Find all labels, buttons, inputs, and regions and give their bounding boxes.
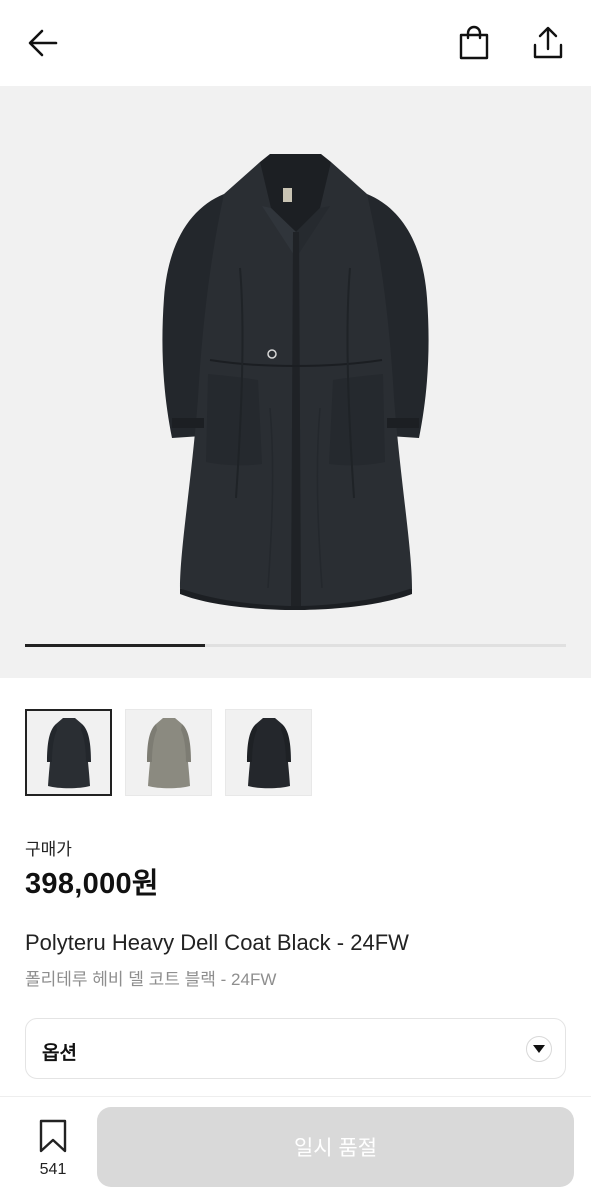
top-navigation-bar — [0, 0, 591, 86]
price-value: 398,000원 — [25, 868, 159, 900]
shopping-bag-icon — [459, 25, 489, 60]
share-button[interactable] — [527, 22, 569, 64]
thumbnail-black-coat[interactable] — [25, 709, 112, 796]
chevron-down-icon — [526, 1036, 552, 1062]
soldout-button[interactable]: 일시 품절 — [97, 1107, 574, 1187]
wishlist-button[interactable]: 541 — [29, 1117, 77, 1183]
carousel-progress-fill — [25, 644, 206, 647]
back-button[interactable] — [22, 22, 64, 64]
product-title-en: Polyteru Heavy Dell Coat Black - 24FW — [25, 930, 409, 955]
thumbnail-black-coat-alt[interactable] — [225, 709, 312, 796]
arrow-left-icon — [28, 29, 58, 57]
option-select[interactable]: 옵션 — [25, 1018, 566, 1079]
carousel-progress-bar — [25, 644, 566, 647]
thumbnail-khaki-coat[interactable] — [125, 709, 212, 796]
option-label: 옵션 — [42, 1043, 77, 1064]
wishlist-count: 541 — [39, 1161, 67, 1178]
bottom-action-bar: 541 일시 품절 — [0, 1096, 591, 1200]
cart-button[interactable] — [453, 22, 495, 64]
product-main-image — [150, 148, 441, 610]
bookmark-icon — [39, 1119, 67, 1153]
product-image-carousel[interactable] — [0, 86, 591, 678]
share-upload-icon — [533, 26, 563, 59]
product-title-ko: 폴리테루 헤비 델 코트 블랙 - 24FW — [25, 970, 277, 989]
thumbnail-strip — [25, 709, 312, 797]
price-label: 구매가 — [25, 840, 72, 859]
